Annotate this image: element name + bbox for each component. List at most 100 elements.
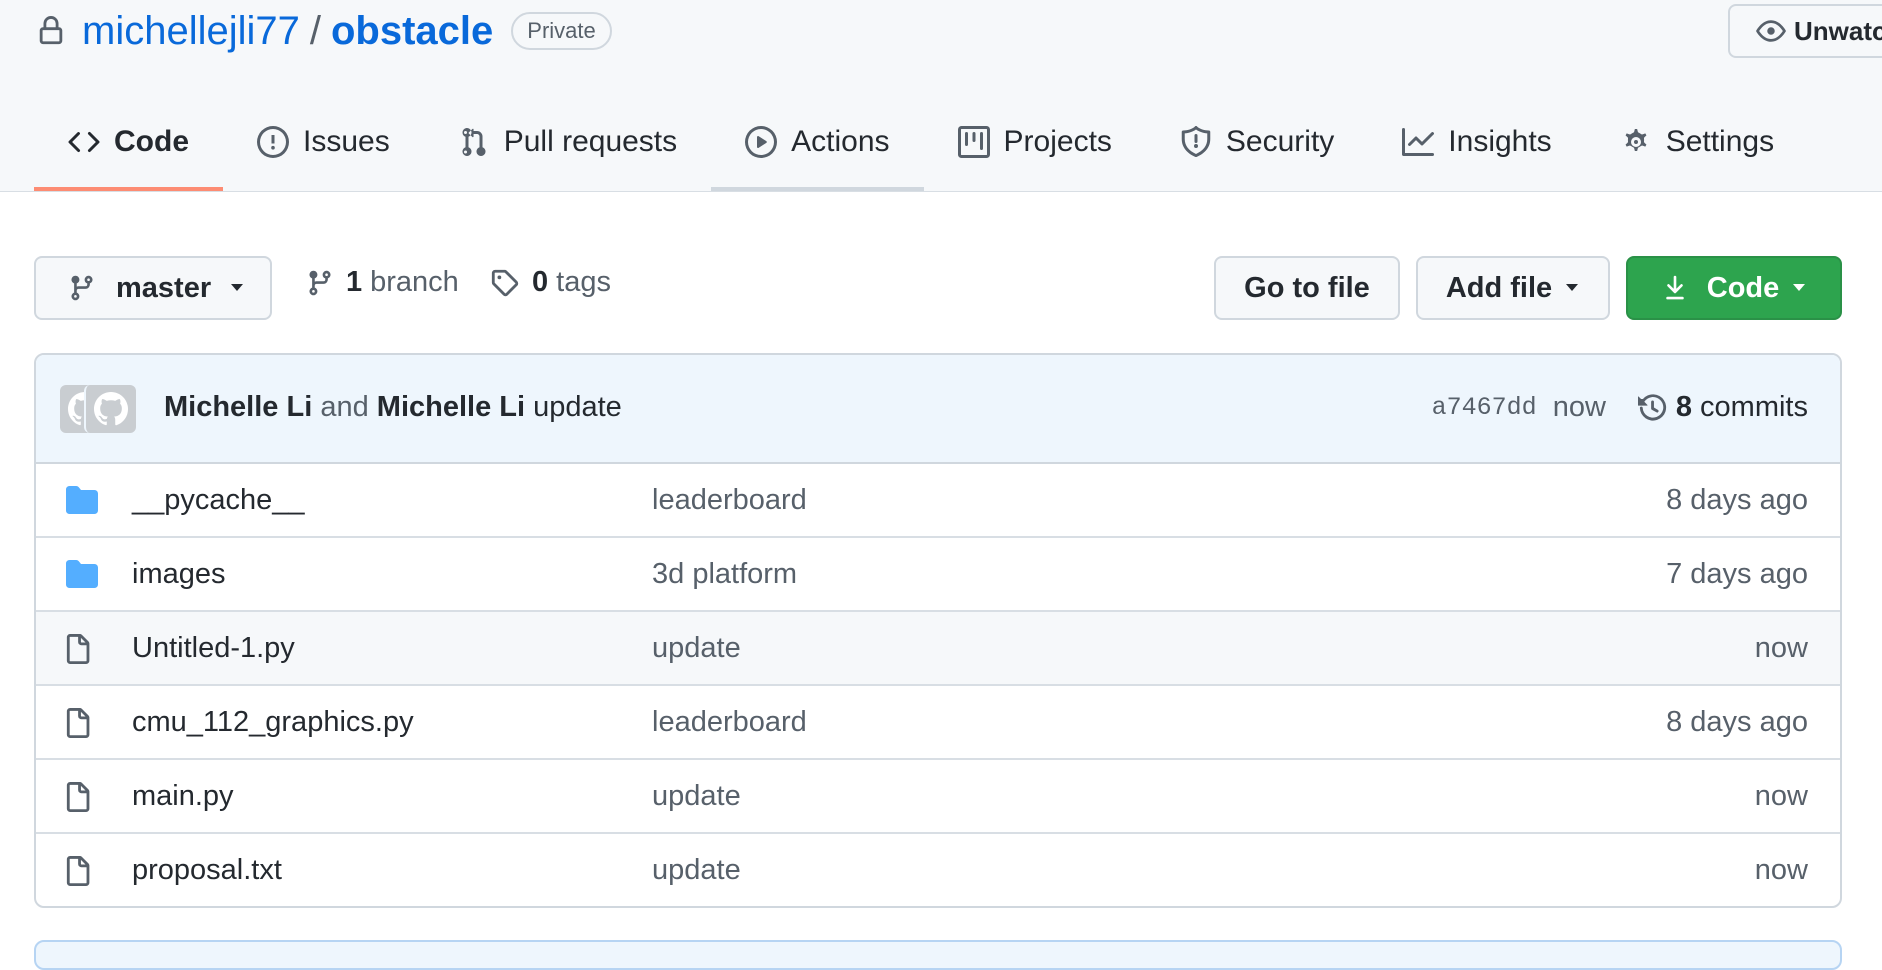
file-name-link[interactable]: main.py	[132, 780, 234, 813]
caret-down-icon	[1566, 284, 1579, 291]
go-to-file-button[interactable]: Go to file	[1214, 256, 1400, 320]
file-age: now	[1754, 853, 1808, 886]
file-row[interactable]: Untitled-1.py update now	[36, 612, 1840, 686]
file-row[interactable]: cmu_112_graphics.py leaderboard 8 days a…	[36, 686, 1840, 760]
file-row[interactable]: proposal.txt update now	[36, 834, 1840, 906]
issue-icon	[257, 126, 289, 158]
tags-link[interactable]: 0 tags	[490, 266, 611, 299]
tab-settings-label: Settings	[1665, 125, 1775, 158]
file-age: now	[1754, 631, 1808, 664]
file-icon	[66, 782, 90, 812]
tab-actions[interactable]: Actions	[711, 110, 924, 191]
commit-meta: a7467dd now 8 commits	[1432, 391, 1808, 424]
add-file-button[interactable]: Add file	[1416, 256, 1610, 320]
branch-count-label: branch	[370, 266, 459, 298]
code-icon	[68, 131, 100, 153]
file-commit-message-link[interactable]: update	[652, 632, 741, 665]
go-to-file-label: Go to file	[1244, 271, 1370, 304]
latest-commit-bar: Michelle Li and Michelle Li update a7467…	[36, 355, 1840, 464]
visibility-badge: Private	[511, 12, 612, 50]
download-icon	[1666, 275, 1684, 300]
commit-count: 8	[1675, 391, 1693, 423]
file-commit-message-link[interactable]: update	[652, 780, 741, 813]
gear-icon	[1625, 129, 1647, 151]
file-age: 7 days ago	[1666, 557, 1808, 590]
eye-icon	[1756, 20, 1786, 42]
file-age: 8 days ago	[1666, 483, 1808, 516]
file-commit-message-link[interactable]: 3d platform	[652, 558, 797, 591]
file-commit-message-link[interactable]: leaderboard	[652, 484, 807, 517]
file-name-link[interactable]: proposal.txt	[132, 854, 282, 887]
file-name-link[interactable]: Untitled-1.py	[132, 632, 295, 665]
tab-security-label: Security	[1225, 125, 1335, 158]
github-mark-icon	[94, 392, 128, 426]
commit-avatars	[60, 385, 136, 433]
tag-icon	[491, 269, 519, 296]
tab-pull-requests[interactable]: Pull requests	[424, 110, 711, 174]
repo-name-link[interactable]: obstacle	[331, 9, 493, 54]
file-row[interactable]: images 3d platform 7 days ago	[36, 538, 1840, 612]
history-icon	[1637, 393, 1667, 421]
tag-count: 0	[532, 266, 549, 298]
file-row[interactable]: __pycache__ leaderboard 8 days ago	[36, 464, 1840, 538]
file-name-link[interactable]: images	[132, 558, 226, 591]
lock-icon	[39, 16, 63, 45]
commit-coauthor-link[interactable]: Michelle Li	[377, 391, 525, 423]
commit-author-link[interactable]: Michelle Li	[164, 391, 312, 423]
file-icon	[66, 708, 90, 738]
repo-owner-link[interactable]: michellejli77	[82, 9, 300, 54]
commit-summary: Michelle Li and Michelle Li update	[164, 391, 622, 424]
file-row[interactable]: main.py update now	[36, 760, 1840, 834]
code-button-label: Code	[1706, 271, 1780, 304]
tab-code[interactable]: Code	[34, 110, 223, 191]
folder-icon	[66, 560, 98, 588]
tab-insights[interactable]: Insights	[1368, 110, 1585, 174]
commit-sha-link[interactable]: a7467dd	[1432, 393, 1537, 422]
git-branch-icon	[71, 275, 93, 301]
commit-author-joiner: and	[320, 391, 369, 423]
repo-path-separator: /	[309, 8, 321, 53]
file-commit-message-link[interactable]: update	[652, 854, 741, 887]
readme-box-edge	[34, 940, 1842, 970]
project-icon	[957, 126, 990, 158]
file-name-link[interactable]: __pycache__	[132, 484, 305, 517]
branch-name: master	[116, 271, 212, 304]
repo-title: michellejli77 / obstacle Private	[36, 6, 612, 56]
file-icon	[66, 634, 90, 664]
tab-code-label: Code	[114, 125, 189, 158]
tab-projects[interactable]: Projects	[924, 110, 1146, 174]
play-icon	[745, 126, 778, 158]
add-file-label: Add file	[1445, 271, 1553, 304]
tag-count-label: tags	[556, 266, 611, 298]
tab-security[interactable]: Security	[1146, 110, 1368, 174]
branches-link[interactable]: 1 branch	[306, 266, 459, 299]
file-icon	[66, 856, 90, 886]
tab-actions-label: Actions	[791, 125, 890, 158]
commit-time: now	[1552, 391, 1606, 423]
commit-history-link[interactable]: 8 commits	[1637, 391, 1808, 424]
repo-nav-tabs: Code Issues Pull requests Actions Projec…	[34, 110, 1808, 191]
code-clone-button[interactable]: Code	[1626, 256, 1842, 320]
tab-pull-requests-label: Pull requests	[503, 125, 678, 158]
file-name-link[interactable]: cmu_112_graphics.py	[132, 706, 414, 739]
file-list: Michelle Li and Michelle Li update a7467…	[34, 353, 1842, 908]
caret-down-icon	[1793, 284, 1806, 291]
caret-down-icon	[231, 284, 244, 291]
tab-issues[interactable]: Issues	[223, 110, 424, 174]
file-age: now	[1754, 779, 1808, 812]
avatar[interactable]	[84, 385, 136, 433]
pull-request-icon	[462, 127, 486, 157]
commit-count-label: commits	[1700, 391, 1808, 423]
branch-select-button[interactable]: master	[34, 256, 272, 320]
tab-settings[interactable]: Settings	[1586, 110, 1808, 174]
file-commit-message-link[interactable]: leaderboard	[652, 706, 807, 739]
graph-icon	[1402, 128, 1435, 156]
git-branch-icon	[309, 270, 331, 295]
unwatch-label: Unwatch	[1794, 15, 1882, 46]
commit-message-link[interactable]: update	[533, 391, 622, 423]
branch-count: 1	[346, 266, 363, 298]
tab-insights-label: Insights	[1448, 125, 1552, 158]
repo-header: michellejli77 / obstacle Private Unwatch…	[0, 0, 1882, 192]
shield-icon	[1181, 126, 1211, 158]
unwatch-button[interactable]: Unwatch	[1728, 4, 1882, 58]
